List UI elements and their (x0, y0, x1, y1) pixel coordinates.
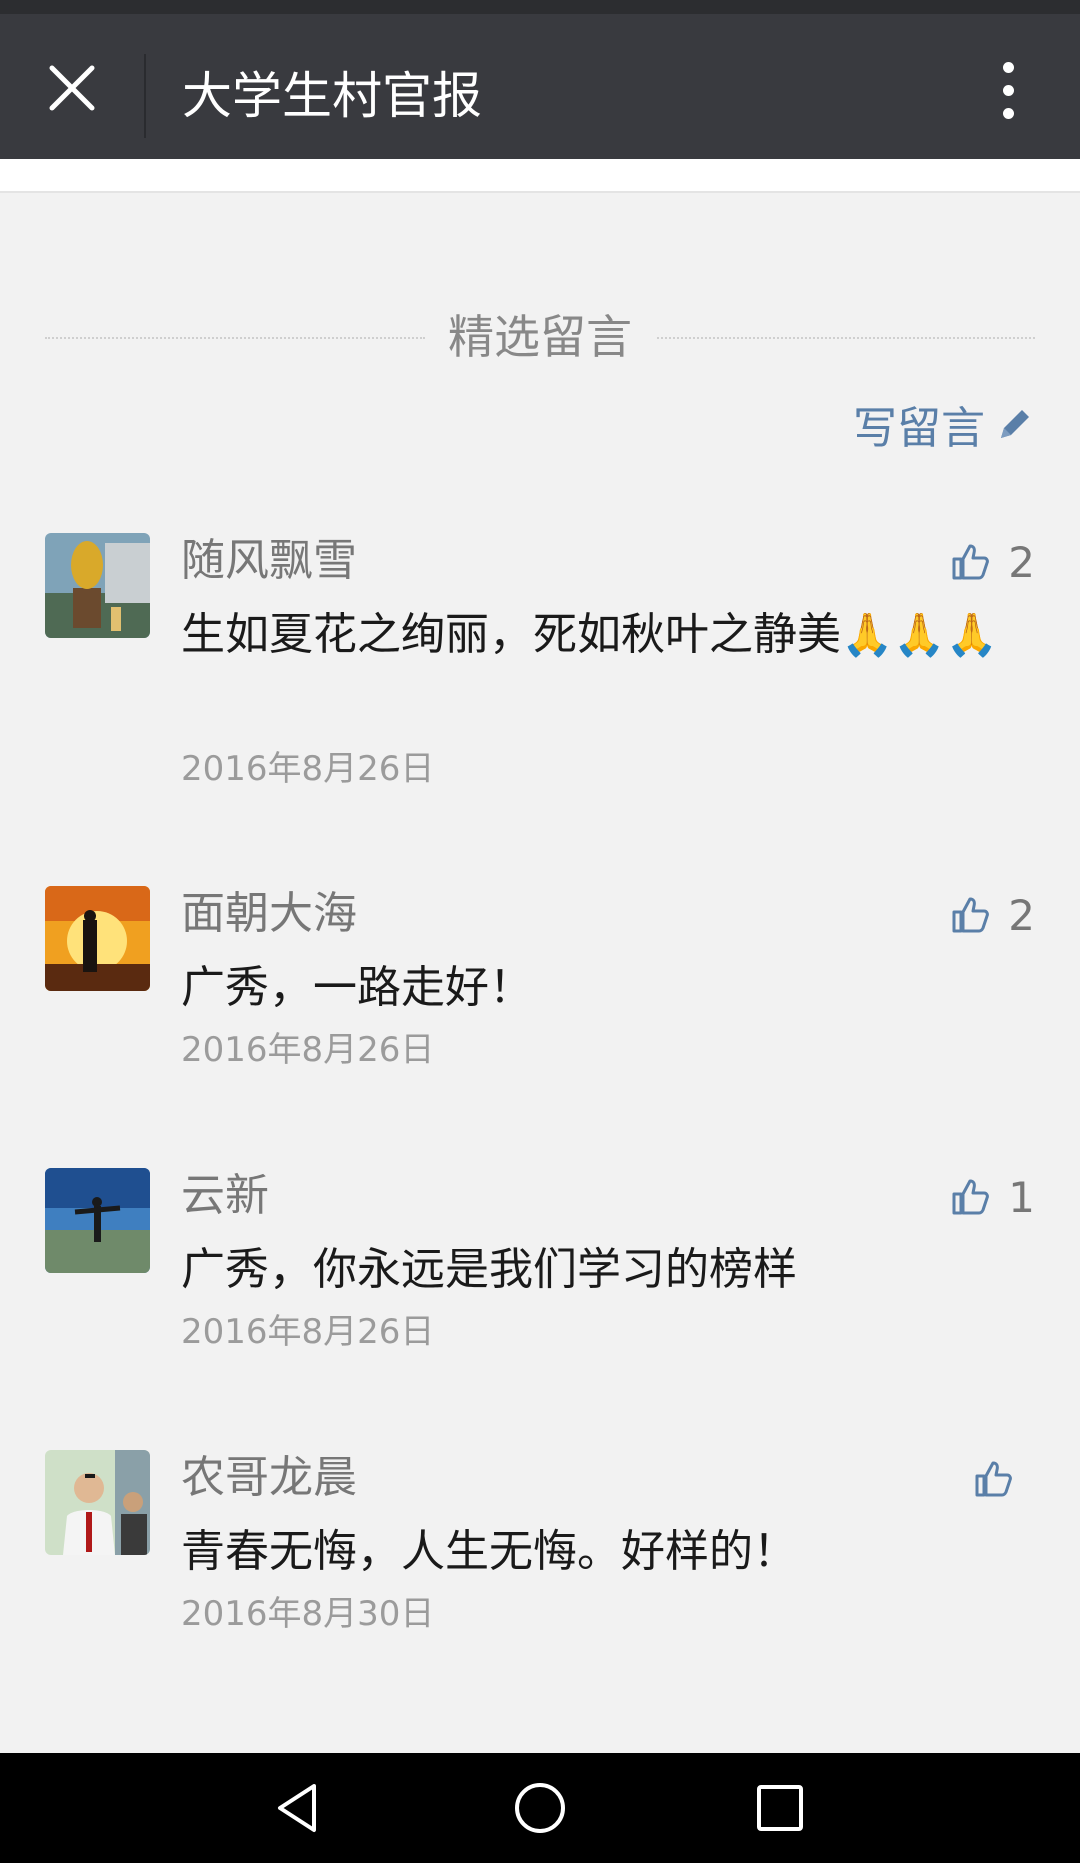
comment-text: 广秀，你永远是我们学习的榜样 (181, 1244, 797, 1295)
pencil-icon (995, 404, 1035, 444)
home-circle-icon (515, 1783, 565, 1833)
thumbs-up-icon (952, 544, 990, 580)
like-button[interactable] (973, 1454, 1013, 1504)
avatar[interactable] (45, 886, 150, 991)
write-comment-button[interactable]: 写留言 (853, 392, 1035, 456)
section-title: 精选留言 (448, 310, 632, 364)
comment-item: 面朝大海 2 广秀，一路走好！ 2016年8月26日 (45, 886, 1035, 1086)
close-icon (49, 65, 95, 111)
comment-item: 随风飘雪 2 生如夏花之绚丽，死如秋叶之静美🙏🙏🙏 2016年8月26日 (45, 533, 1035, 793)
avatar[interactable] (45, 533, 150, 638)
system-navigation-bar (0, 1753, 1080, 1863)
comment-nickname: 云新 (181, 1170, 269, 1221)
more-options-button[interactable] (972, 48, 1044, 132)
like-count: 1 (1008, 1172, 1035, 1222)
comment-item: 云新 1 广秀，你永远是我们学习的榜样 2016年8月26日 (45, 1168, 1035, 1368)
avatar[interactable] (45, 1168, 150, 1273)
status-bar (0, 0, 1080, 14)
back-button[interactable] (258, 1768, 338, 1848)
like-count: 2 (1008, 890, 1035, 940)
comment-item: 农哥龙晨 青春无悔，人生无悔。好样的！ 2016年8月30日 (45, 1450, 1035, 1650)
like-count: 2 (1008, 537, 1035, 587)
home-button[interactable] (500, 1768, 580, 1848)
write-comment-label: 写留言 (853, 403, 985, 454)
close-button[interactable] (30, 46, 114, 130)
thumbs-up-icon (952, 1179, 990, 1215)
comment-nickname: 面朝大海 (181, 888, 357, 939)
selected-comments-header: 精选留言 (45, 302, 1035, 372)
thumbs-up-icon (952, 897, 990, 933)
header-divider (144, 54, 146, 138)
comment-text: 广秀，一路走好！ (181, 962, 533, 1013)
top-bar: 大学生村官报 (0, 14, 1080, 159)
comment-date: 2016年8月26日 (181, 749, 435, 789)
page-title: 大学生村官报 (182, 67, 482, 125)
comment-text: 生如夏花之绚丽，死如秋叶之静美🙏🙏🙏 (181, 609, 998, 660)
comment-nickname: 农哥龙晨 (181, 1452, 357, 1503)
comment-date: 2016年8月26日 (181, 1030, 435, 1070)
praying-hands-emoji: 🙏🙏🙏 (841, 610, 998, 659)
like-button[interactable]: 1 (950, 1172, 1035, 1222)
avatar[interactable] (45, 1450, 150, 1555)
like-button[interactable]: 2 (950, 537, 1035, 587)
back-triangle-icon (278, 1784, 316, 1832)
more-vertical-icon (1002, 61, 1014, 73)
thumbs-up-icon (975, 1461, 1012, 1497)
recents-button[interactable] (740, 1768, 820, 1848)
recents-square-icon (757, 1785, 803, 1831)
comment-nickname: 随风飘雪 (181, 535, 357, 586)
comment-date: 2016年8月30日 (181, 1594, 435, 1634)
comment-date: 2016年8月26日 (181, 1312, 435, 1352)
like-button[interactable]: 2 (950, 890, 1035, 940)
article-bottom-edge (0, 159, 1080, 193)
comment-text: 青春无悔，人生无悔。好样的！ (181, 1526, 797, 1577)
